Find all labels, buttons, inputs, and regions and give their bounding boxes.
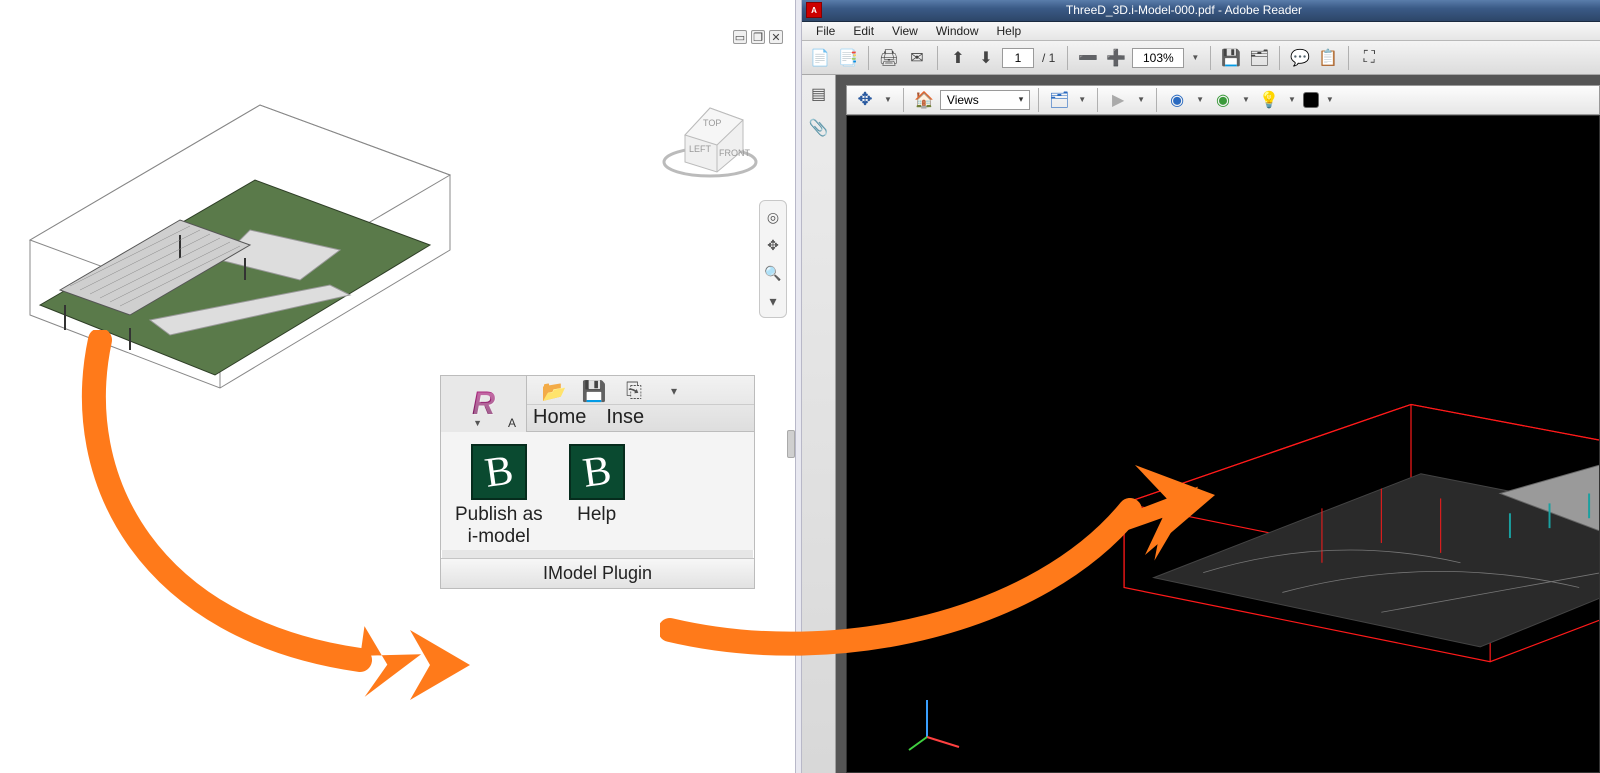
print-icon[interactable]: 🖨 (877, 46, 901, 70)
save-icon[interactable]: 💾 (581, 378, 607, 404)
light-icon[interactable]: 💡 (1257, 88, 1281, 112)
save-copy-icon[interactable]: 📄 (808, 46, 832, 70)
close-button[interactable]: ✕ (769, 30, 783, 44)
bgcolor-icon[interactable] (1303, 92, 1319, 108)
organizer-icon[interactable]: 🗂 (1247, 46, 1271, 70)
zoom-dropdown-icon[interactable]: ▼ (1188, 53, 1202, 62)
zoom-icon[interactable]: 🔍 (763, 263, 783, 283)
export-icon[interactable]: 📑 (836, 46, 860, 70)
axis-gizmo-icon (907, 692, 967, 752)
steering-wheel-icon[interactable]: ◎ (763, 207, 783, 227)
app-sub-letter: A (508, 416, 516, 430)
adobe-3d-toolbar: ✥ ▼ 🏠 Views 🗂 ▼ ▶ ▼ ◉ ▼ ◉ ▼ 💡 ▼ (846, 85, 1600, 115)
restore-button[interactable]: ❐ (751, 30, 765, 44)
adobe-reader-window: A ThreeD_3D.i-Model-000.pdf - Adobe Read… (802, 0, 1600, 773)
viewcube[interactable]: TOP LEFT FRONT (655, 80, 765, 190)
adobe-title-text: ThreeD_3D.i-Model-000.pdf - Adobe Reader (828, 3, 1600, 17)
menu-edit[interactable]: Edit (845, 22, 882, 40)
expand-icon[interactable]: ▾ (763, 291, 783, 311)
adobe-sidebar: ▤ 📎 (802, 75, 836, 773)
views-label: Views (947, 93, 979, 107)
bg-dd-icon[interactable]: ▼ (1323, 95, 1337, 104)
menu-view[interactable]: View (884, 22, 926, 40)
fullscreen-icon[interactable]: ⛶ (1357, 46, 1381, 70)
adobe-3d-viewport[interactable] (846, 115, 1600, 773)
views-dropdown[interactable]: Views (940, 90, 1030, 110)
pan-icon[interactable]: ✥ (763, 235, 783, 255)
sync-icon[interactable]: ⎘ (621, 378, 647, 404)
play-dropdown-icon[interactable]: ▼ (1134, 95, 1148, 104)
cube-blue-icon[interactable]: ◉ (1165, 88, 1189, 112)
thumbnails-icon[interactable]: ▤ (808, 83, 830, 105)
ribbon-tabs: Home Inse (527, 405, 754, 429)
publish-label-2: i-model (455, 526, 543, 548)
zoom-in-icon[interactable]: ➕ (1104, 46, 1128, 70)
scroll-grip[interactable] (787, 430, 795, 458)
svg-text:TOP: TOP (703, 118, 721, 128)
help-label: Help (577, 504, 616, 526)
svg-text:FRONT: FRONT (719, 148, 750, 158)
save-icon[interactable]: 💾 (1219, 46, 1243, 70)
publish-label-1: Publish as (455, 504, 543, 526)
prev-page-icon[interactable]: ⬆ (946, 46, 970, 70)
rotate-dropdown-icon[interactable]: ▼ (881, 95, 895, 104)
bentley-icon: B (569, 444, 625, 500)
menu-file[interactable]: File (808, 22, 843, 40)
revit-window-buttons: ▭ ❐ ✕ (733, 30, 783, 44)
splitter-bar[interactable] (795, 0, 802, 773)
attachments-icon[interactable]: 📎 (808, 117, 830, 139)
comment-icon[interactable]: 💬 (1288, 46, 1312, 70)
ribbon-panel-title: IModel Plugin (441, 558, 754, 588)
menu-window[interactable]: Window (928, 22, 987, 40)
light-dd-icon[interactable]: ▼ (1285, 95, 1299, 104)
revit-app-button[interactable]: R ▼ A (441, 376, 527, 432)
cube-blue-dd-icon[interactable]: ▼ (1193, 95, 1207, 104)
open-icon[interactable]: 📂 (541, 378, 567, 404)
qat-dropdown-icon[interactable]: ▾ (661, 378, 687, 404)
adobe-toolbar: 📄 📑 🖨 ✉ ⬆ ⬇ / 1 ➖ ➕ ▼ 💾 🗂 💬 📋 ⛶ (802, 41, 1600, 75)
chevron-down-icon: ▼ (473, 418, 482, 428)
page-input[interactable] (1002, 48, 1034, 68)
revit-viewport: ▭ ❐ ✕ (0, 0, 795, 773)
quick-access-toolbar: 📂 💾 ⎘ ▾ (527, 378, 754, 405)
publish-as-imodel-button[interactable]: B Publish as i-model (455, 444, 543, 548)
zoom-input[interactable] (1132, 48, 1184, 68)
pdf-icon: A (806, 2, 822, 18)
revit-3d-model[interactable] (0, 80, 460, 420)
rotate-tool-icon[interactable]: ✥ (853, 88, 877, 112)
adobe-titlebar: A ThreeD_3D.i-Model-000.pdf - Adobe Read… (802, 0, 1600, 22)
adobe-document-area: ✥ ▼ 🏠 Views 🗂 ▼ ▶ ▼ ◉ ▼ ◉ ▼ 💡 ▼ (836, 75, 1600, 773)
cube-green-icon[interactable]: ◉ (1211, 88, 1235, 112)
tree-dropdown-icon[interactable]: ▼ (1075, 95, 1089, 104)
email-icon[interactable]: ✉ (905, 46, 929, 70)
tab-insert[interactable]: Inse (606, 406, 644, 429)
menu-help[interactable]: Help (989, 22, 1030, 40)
tab-home[interactable]: Home (533, 406, 586, 429)
revit-navbar: ◎ ✥ 🔍 ▾ (759, 200, 787, 318)
highlight-icon[interactable]: 📋 (1316, 46, 1340, 70)
ribbon-panel-body: B Publish as i-model B Help (441, 432, 754, 550)
model-tree-icon[interactable]: 🗂 (1047, 88, 1071, 112)
revit-ribbon-inset: R ▼ A 📂 💾 ⎘ ▾ Home Inse B (440, 375, 755, 589)
minimize-button[interactable]: ▭ (733, 30, 747, 44)
page-total: / 1 (1038, 51, 1059, 65)
adobe-menubar: File Edit View Window Help (802, 22, 1600, 42)
revit-logo-icon: R (472, 385, 495, 422)
help-button[interactable]: B Help (569, 444, 625, 548)
bentley-icon: B (471, 444, 527, 500)
zoom-out-icon[interactable]: ➖ (1076, 46, 1100, 70)
play-icon[interactable]: ▶ (1106, 88, 1130, 112)
home-view-icon[interactable]: 🏠 (912, 88, 936, 112)
cube-green-dd-icon[interactable]: ▼ (1239, 95, 1253, 104)
next-page-icon[interactable]: ⬇ (974, 46, 998, 70)
svg-text:LEFT: LEFT (689, 144, 712, 154)
